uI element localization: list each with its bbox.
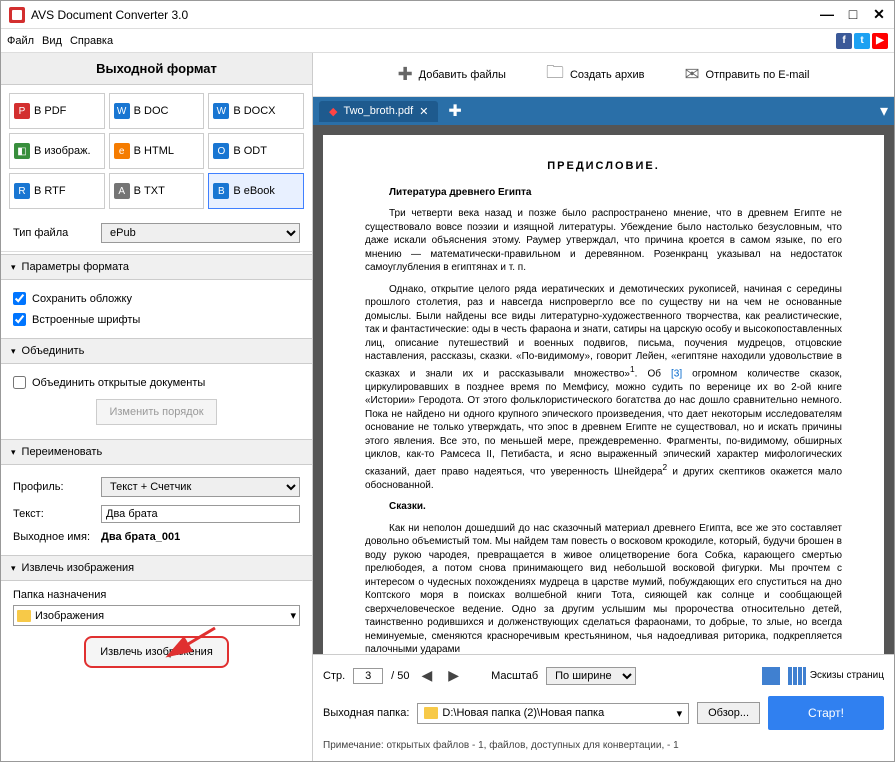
menu-help[interactable]: Справка	[70, 35, 113, 47]
cover-checkbox[interactable]	[13, 292, 26, 305]
filetype-select[interactable]: ePub	[101, 223, 300, 243]
page-label: Стр.	[323, 670, 345, 682]
prev-page-button[interactable]: ◀	[418, 665, 437, 686]
pdf-icon: P	[14, 103, 30, 119]
add-tab-button[interactable]: ✚	[448, 101, 461, 121]
print-button[interactable]	[762, 667, 780, 685]
section-extract[interactable]: Извлечь изображения	[1, 555, 312, 581]
merge-checkbox[interactable]	[13, 376, 26, 389]
format-docx-button[interactable]: WВ DOCX	[208, 93, 304, 129]
format-rtf-button[interactable]: RВ RTF	[9, 173, 105, 209]
format-doc-button[interactable]: WВ DOC	[109, 93, 205, 129]
chevron-down-icon: ▾	[290, 609, 296, 622]
document-tab[interactable]: ◆ Two_broth.pdf ✕	[319, 101, 438, 122]
extract-images-button[interactable]: Извлечь изображения	[84, 636, 229, 668]
format-pdf-button[interactable]: PВ PDF	[9, 93, 105, 129]
pdf-file-icon: ◆	[329, 105, 337, 118]
print-icon	[762, 667, 780, 685]
change-order-button[interactable]: Изменить порядок	[96, 399, 216, 425]
text-label: Текст:	[13, 508, 93, 520]
dest-folder-label: Папка назначения	[13, 589, 300, 601]
scale-label: Масштаб	[491, 670, 538, 682]
format-odt-button[interactable]: OВ ODT	[208, 133, 304, 169]
outname-label: Выходное имя:	[13, 531, 93, 543]
tab-close-icon[interactable]: ✕	[419, 105, 428, 118]
odt-icon: O	[213, 143, 229, 159]
browse-button[interactable]: Обзор...	[697, 702, 760, 724]
format-ebook-button[interactable]: BВ eBook	[208, 173, 304, 209]
archive-icon: 🗀	[546, 60, 564, 90]
menu-file[interactable]: Файл	[7, 35, 34, 47]
thumbnails-button[interactable]: Эскизы страниц	[788, 667, 884, 685]
filetype-label: Тип файла	[13, 227, 93, 239]
start-button[interactable]: Старт!	[768, 696, 884, 730]
create-archive-button[interactable]: 🗀Создать архив	[538, 56, 652, 94]
output-folder-label: Выходная папка:	[323, 707, 409, 719]
outname-value: Два брата_001	[101, 531, 180, 543]
next-page-button[interactable]: ▶	[444, 665, 463, 686]
profile-select[interactable]: Текст + Счетчик	[101, 477, 300, 497]
note-text: Примечание: открытых файлов - 1, файлов,…	[323, 736, 884, 755]
section-merge[interactable]: Объединить	[1, 338, 312, 364]
facebook-icon[interactable]: f	[836, 33, 852, 49]
page-total: / 50	[391, 670, 409, 682]
ebook-icon: B	[213, 183, 229, 199]
menu-view[interactable]: Вид	[42, 35, 62, 47]
page-title: ПРЕДИСЛОВИЕ.	[365, 159, 842, 174]
youtube-icon[interactable]: ▶	[872, 33, 888, 49]
txt-icon: A	[114, 183, 130, 199]
profile-label: Профиль:	[13, 481, 93, 493]
doc-icon: W	[114, 103, 130, 119]
menubar: Файл Вид Справка f t ▶	[1, 29, 894, 53]
add-files-button[interactable]: ✚Добавить файлы	[390, 60, 514, 89]
tab-bar: ◆ Two_broth.pdf ✕ ✚ ▾	[313, 97, 894, 125]
fonts-checkbox[interactable]	[13, 313, 26, 326]
dest-folder-select[interactable]: Изображения ▾	[13, 605, 300, 626]
minimize-button[interactable]: —	[820, 8, 834, 22]
tab-menu-button[interactable]: ▾	[880, 101, 888, 121]
footnote-link[interactable]: [3]	[671, 368, 682, 379]
maximize-button[interactable]: □	[846, 8, 860, 22]
window-title: AVS Document Converter 3.0	[31, 8, 820, 22]
format-html-button[interactable]: eВ HTML	[109, 133, 205, 169]
docx-icon: W	[213, 103, 229, 119]
plus-icon: ✚	[398, 64, 413, 85]
left-panel: Выходной формат PВ PDF WВ DOC WВ DOCX ◧В…	[1, 53, 313, 761]
image-icon: ◧	[14, 143, 30, 159]
section-format-params[interactable]: Параметры формата	[1, 254, 312, 280]
output-format-header: Выходной формат	[1, 53, 312, 85]
cover-label: Сохранить обложку	[32, 293, 132, 305]
grid-icon	[788, 667, 806, 685]
send-email-button[interactable]: ✉Отправить по E-mail	[676, 60, 817, 89]
twitter-icon[interactable]: t	[854, 33, 870, 49]
folder-icon	[424, 707, 438, 719]
format-txt-button[interactable]: AВ TXT	[109, 173, 205, 209]
text-input[interactable]	[101, 505, 300, 523]
html-icon: e	[114, 143, 130, 159]
chevron-down-icon: ▾	[677, 707, 683, 720]
close-button[interactable]: ✕	[872, 8, 886, 22]
folder-icon	[17, 610, 31, 622]
document-page: ПРЕДИСЛОВИЕ. Литература древнего Египта …	[323, 135, 884, 654]
fonts-label: Встроенные шрифты	[32, 314, 140, 326]
format-image-button[interactable]: ◧В изображ.	[9, 133, 105, 169]
merge-label: Объединить открытые документы	[32, 377, 205, 389]
email-icon: ✉	[684, 64, 699, 85]
section-rename[interactable]: Переименовать	[1, 439, 312, 465]
output-folder-input[interactable]: D:\Новая папка (2)\Новая папка ▾	[417, 703, 689, 724]
titlebar: AVS Document Converter 3.0 — □ ✕	[1, 1, 894, 29]
rtf-icon: R	[14, 183, 30, 199]
scale-select[interactable]: По ширине	[546, 667, 636, 685]
right-panel: ✚Добавить файлы 🗀Создать архив ✉Отправит…	[313, 53, 894, 761]
page-number-input[interactable]	[353, 668, 383, 684]
app-icon	[9, 7, 25, 23]
preview-area[interactable]: ПРЕДИСЛОВИЕ. Литература древнего Египта …	[313, 125, 894, 654]
